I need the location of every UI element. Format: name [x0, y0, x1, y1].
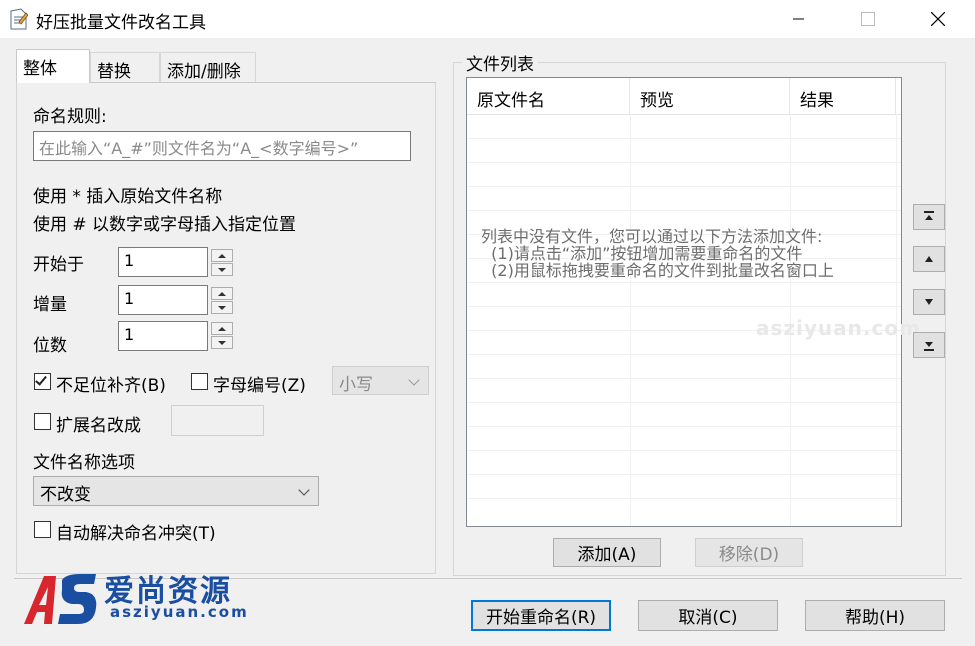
move-down-icon — [925, 299, 933, 305]
cancel-button[interactable]: 取消(C) — [638, 600, 778, 631]
checkmark-icon — [35, 373, 47, 386]
faint-watermark: asziyuan.com — [756, 316, 921, 340]
start-input[interactable]: 1 — [118, 247, 208, 277]
close-button[interactable] — [915, 0, 961, 38]
close-icon — [931, 12, 945, 26]
move-up-icon — [925, 256, 933, 262]
conflict-checkbox[interactable] — [34, 521, 51, 538]
digits-stepper[interactable] — [211, 322, 233, 349]
empty-list-message: 列表中没有文件，您可以通过以下方法添加文件: (1)请点击“添加”按钮增加需要重… — [481, 228, 834, 279]
asziyuan-logo-icon — [24, 574, 97, 624]
start-rename-button[interactable]: 开始重命名(R) — [471, 600, 611, 631]
naming-rule-input[interactable]: 在此输入“A_#”则文件名为“A_<数字编号>” — [33, 131, 411, 161]
move-top-button[interactable] — [913, 204, 945, 230]
move-bottom-icon — [924, 342, 934, 351]
move-top-icon — [924, 211, 934, 220]
ext-checkbox[interactable] — [34, 413, 51, 430]
case-select-value: 小写 — [339, 375, 373, 395]
start-label: 开始于 — [33, 255, 84, 275]
naming-rule-label: 命名规则: — [33, 107, 107, 127]
case-select[interactable]: 小写 — [332, 366, 429, 395]
empty-line-1: 列表中没有文件，您可以通过以下方法添加文件: — [481, 227, 823, 246]
move-bottom-button[interactable] — [913, 332, 945, 358]
tab-replace[interactable]: 替换 — [90, 52, 160, 82]
chevron-down-icon — [408, 374, 420, 386]
minimize-button[interactable] — [776, 0, 822, 38]
start-stepper[interactable] — [211, 249, 233, 276]
ext-label: 扩展名改成 — [56, 416, 141, 436]
column-header-result[interactable]: 结果 — [790, 78, 896, 114]
chevron-down-icon — [298, 484, 310, 496]
minimize-icon — [793, 18, 804, 20]
ext-input[interactable] — [171, 405, 264, 436]
tab-add-delete[interactable]: 添加/删除 — [160, 52, 256, 82]
name-option-value: 不改变 — [40, 485, 91, 505]
move-up-button[interactable] — [913, 246, 945, 272]
title-bar: 好压批量文件改名工具 — [0, 0, 975, 38]
app-icon — [10, 8, 28, 30]
spin-down-icon[interactable] — [211, 301, 233, 314]
spin-up-icon[interactable] — [211, 249, 233, 262]
spin-down-icon[interactable] — [211, 336, 233, 349]
hint-hash: 使用 # 以数字或字母插入指定位置 — [33, 215, 297, 235]
hint-asterisk: 使用 * 插入原始文件名称 — [33, 187, 223, 207]
step-input[interactable]: 1 — [118, 285, 208, 315]
maximize-button[interactable] — [845, 0, 891, 38]
empty-line-2: (1)请点击“添加”按钮增加需要重命名的文件 — [481, 244, 803, 263]
alpha-checkbox[interactable] — [191, 373, 208, 390]
step-label: 增量 — [33, 295, 67, 315]
naming-rule-placeholder: 在此输入“A_#”则文件名为“A_<数字编号>” — [39, 139, 359, 158]
pad-label: 不足位补齐(B) — [56, 376, 166, 396]
add-button[interactable]: 添加(A) — [553, 538, 661, 567]
spin-down-icon[interactable] — [211, 263, 233, 276]
column-header-original[interactable]: 原文件名 — [467, 78, 630, 114]
name-option-select[interactable]: 不改变 — [33, 476, 319, 506]
digits-input[interactable]: 1 — [118, 321, 208, 351]
column-header-preview[interactable]: 预览 — [630, 78, 790, 114]
pad-checkbox[interactable] — [34, 373, 51, 390]
move-down-button[interactable] — [913, 289, 945, 315]
step-stepper[interactable] — [211, 287, 233, 314]
conflict-label: 自动解决命名冲突(T) — [56, 524, 216, 544]
alpha-label: 字母编号(Z) — [213, 376, 306, 396]
maximize-icon — [861, 12, 875, 26]
window-title: 好压批量文件改名工具 — [36, 13, 206, 33]
file-list[interactable]: 原文件名 预览 结果 列表中没有文件，您可以通过以下方法添加文件: (1)请点击… — [466, 77, 902, 527]
empty-line-3: (2)用鼠标拖拽要重命名的文件到批量改名窗口上 — [481, 261, 834, 280]
help-button[interactable]: 帮助(H) — [805, 600, 945, 631]
name-option-label: 文件名称选项 — [33, 453, 135, 473]
tab-overall[interactable]: 整体 — [16, 49, 90, 83]
spin-up-icon[interactable] — [211, 287, 233, 300]
spin-up-icon[interactable] — [211, 322, 233, 335]
digits-label: 位数 — [33, 336, 67, 356]
file-list-title: 文件列表 — [462, 50, 538, 75]
logo-english-text: asziyuan.com — [110, 603, 249, 621]
remove-button[interactable]: 移除(D) — [695, 538, 803, 567]
